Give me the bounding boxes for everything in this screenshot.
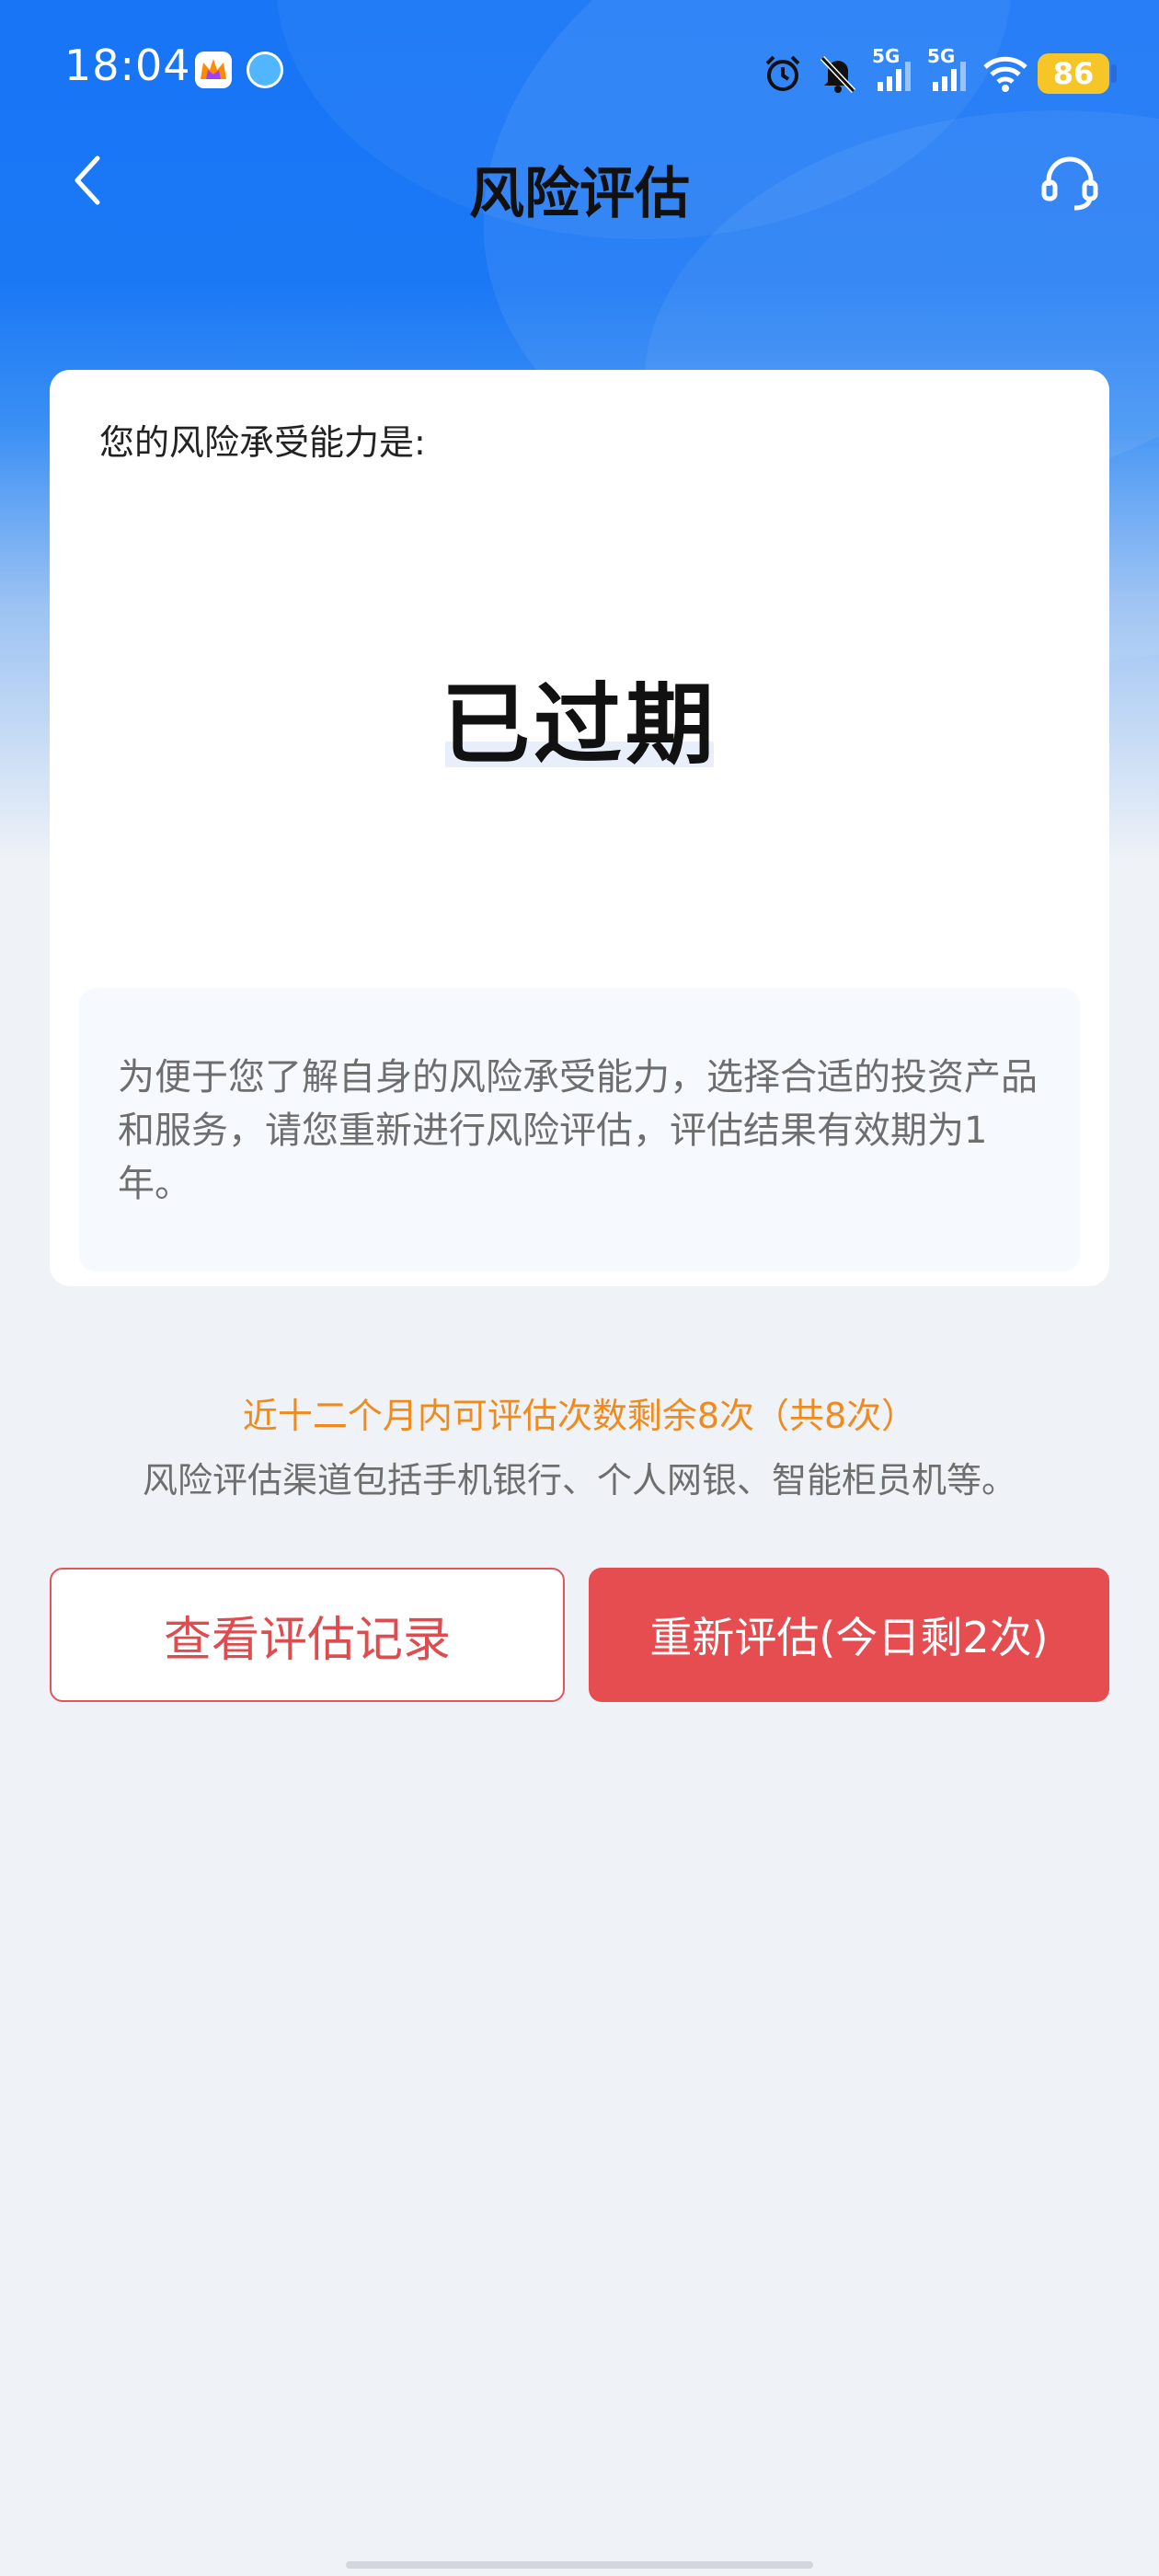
notice-text: 为便于您了解自身的风险承受能力，选择合适的投资产品和服务，请您重新进行风险评估，…: [118, 1056, 1038, 1205]
page-title: 风险评估: [469, 162, 690, 226]
mute-bell-icon: [817, 52, 859, 95]
crown-app-icon: [195, 52, 232, 88]
headset-icon: [1041, 156, 1098, 211]
browser-app-icon: [247, 52, 283, 88]
customer-service-button[interactable]: [1038, 151, 1102, 215]
risk-result-status: 已过期: [442, 673, 717, 776]
reassess-button[interactable]: 重新评估(今日剩2次): [589, 1568, 1109, 1702]
notice-box: 为便于您了解自身的风险承受能力，选择合适的投资产品和服务，请您重新进行风险评估，…: [79, 988, 1080, 1271]
status-time: 18:04: [64, 40, 191, 90]
signal-5g-icon: 5G: [872, 45, 914, 95]
status-icons: 5G 5G 86: [762, 45, 1117, 99]
signal-label: 5G: [872, 45, 901, 67]
status-bar: 18:04 5G 5G 86: [0, 0, 1159, 147]
risk-result-card: 您的风险承受能力是: 已过期 为便于您了解自身的风险承受能力，选择合适的投资产品…: [50, 370, 1109, 1286]
alarm-icon: [762, 52, 804, 95]
signal-5g-icon: 5G: [927, 45, 970, 95]
wifi-icon: [982, 52, 1027, 95]
view-records-button[interactable]: 查看评估记录: [50, 1568, 565, 1702]
channels-text: 风险评估渠道包括手机银行、个人网银、智能柜员机等。: [142, 1460, 1016, 1501]
home-indicator[interactable]: [346, 2561, 813, 2569]
remaining-attempts-text: 近十二个月内可评估次数剩余8次（共8次）: [242, 1396, 917, 1436]
risk-tolerance-label: 您的风险承受能力是:: [99, 422, 426, 463]
battery-icon: 86: [1038, 53, 1117, 94]
signal-label: 5G: [927, 45, 956, 67]
